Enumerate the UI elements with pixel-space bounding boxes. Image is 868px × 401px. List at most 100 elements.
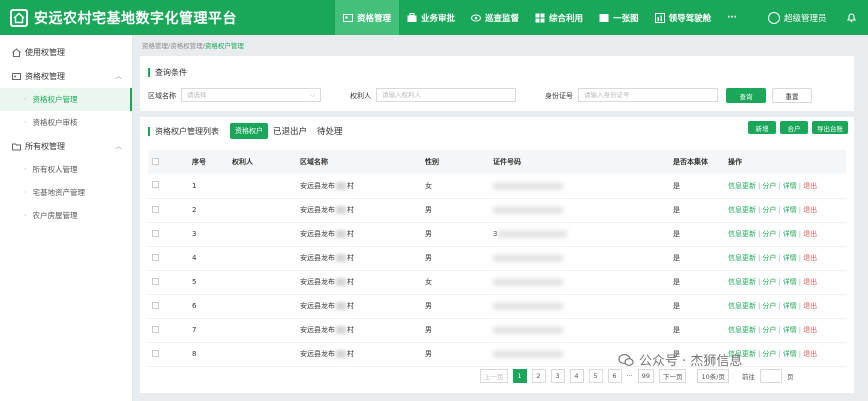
exit-link[interactable]: 退出 — [803, 254, 817, 262]
detail-link[interactable]: 详情 — [783, 302, 797, 310]
update-info-link[interactable]: 信息更新 — [728, 230, 756, 238]
exit-link[interactable]: 退出 — [803, 206, 817, 214]
row-checkbox[interactable] — [152, 325, 159, 333]
split-household-link[interactable]: 分户 — [762, 350, 776, 358]
page-button[interactable]: 6 — [607, 369, 622, 383]
detail-link[interactable]: 详情 — [783, 326, 797, 334]
search-button[interactable]: 查询 — [726, 88, 766, 103]
breadcrumb-item[interactable]: 资格权管理 — [170, 42, 203, 50]
sidebar-group-ownership[interactable]: 所有权管理 ︿ — [0, 134, 132, 158]
sidebar-group-qualification-rights[interactable]: 资格权管理 ︿ — [0, 64, 132, 88]
cell-no: 3 — [188, 222, 228, 247]
cell-holder — [228, 318, 296, 343]
redacted-mark — [493, 181, 563, 190]
split-household-link[interactable]: 分户 — [762, 206, 776, 214]
nav-item-inspection[interactable]: 巡查监督 — [463, 0, 527, 35]
row-checkbox[interactable] — [152, 277, 159, 285]
sidebar-item-homestead-asset-management[interactable]: · 宅基地资产管理 — [0, 181, 132, 204]
app-logo-area: 安远农村宅基地数字化管理平台 — [10, 8, 335, 28]
cell-actions: 信息更新 | 分户 | 详情 | 退出 — [724, 222, 846, 247]
tab-pending[interactable]: 待处理 — [312, 123, 348, 139]
row-checkbox[interactable] — [152, 349, 159, 357]
cell-actions: 信息更新 | 分户 | 详情 | 退出 — [724, 174, 846, 199]
exit-link[interactable]: 退出 — [803, 230, 817, 238]
tab-exited-household[interactable]: 已退出户 — [268, 123, 312, 139]
cell-no: 6 — [188, 294, 228, 319]
page-button[interactable]: 2 — [531, 369, 546, 383]
redacted-mark — [336, 206, 346, 214]
exit-link[interactable]: 退出 — [803, 278, 817, 286]
next-page-button[interactable]: 下一页 — [658, 369, 687, 383]
nav-item-qualification[interactable]: 资格管理 — [335, 0, 400, 35]
detail-link[interactable]: 详情 — [783, 206, 797, 214]
exit-link[interactable]: 退出 — [803, 326, 817, 334]
grid-icon — [535, 13, 545, 23]
holder-input[interactable]: 请输入权利人 — [376, 88, 516, 102]
bell-icon[interactable] — [846, 12, 857, 23]
detail-link[interactable]: 详情 — [783, 230, 797, 238]
cell-idcard — [489, 246, 669, 271]
update-info-link[interactable]: 信息更新 — [728, 182, 756, 190]
nav-item-utilization[interactable]: 综合利用 — [527, 0, 591, 35]
user-menu[interactable]: 超级管理员 — [768, 0, 827, 35]
sidebar-item-farmhouse-management[interactable]: · 农户房屋管理 — [0, 204, 132, 227]
nav-item-dashboard[interactable]: 领导驾驶舱 — [647, 0, 720, 35]
sidebar-item-qualification-household-review[interactable]: · 资格权户审核 — [0, 111, 132, 134]
row-checkbox[interactable] — [152, 253, 159, 261]
folder-icon — [12, 143, 21, 150]
page-button[interactable]: 1 — [512, 369, 527, 383]
add-button[interactable]: 新增 — [748, 121, 776, 134]
chevron-down-icon: ⌵ — [309, 91, 315, 99]
breadcrumb-item[interactable]: 资格管理 — [142, 42, 168, 50]
page-button[interactable]: 3 — [550, 369, 565, 383]
row-checkbox[interactable] — [152, 181, 159, 189]
region-select[interactable]: 请选择 ⌵ — [181, 88, 321, 102]
cell-no: 2 — [188, 198, 228, 223]
sidebar-group-label: 使用权管理 — [25, 47, 65, 57]
table-row: 4 安远县龙布村男 是信息更新 | 分户 | 详情 | 退出 — [148, 246, 846, 271]
column-header: 证件号码 — [489, 150, 669, 174]
prev-page-button[interactable]: 上一页 — [480, 369, 508, 383]
goto-page-input[interactable] — [759, 369, 782, 383]
tab-qualified-household[interactable]: 资格权户 — [230, 123, 268, 139]
reset-button[interactable]: 重置 — [772, 88, 812, 103]
merge-household-button[interactable]: 合户 — [780, 121, 808, 134]
nav-item-approval[interactable]: 业务审批 — [399, 0, 463, 35]
exit-link[interactable]: 退出 — [803, 350, 817, 358]
sidebar-item-label: 所有权人管理 — [32, 165, 78, 174]
page-button[interactable]: 5 — [588, 369, 603, 383]
split-household-link[interactable]: 分户 — [762, 326, 776, 334]
last-page-button[interactable]: 99 — [637, 369, 654, 383]
nav-more-button[interactable]: ··· — [719, 0, 745, 35]
sidebar-item-owner-management[interactable]: · 所有权人管理 — [0, 158, 132, 181]
export-ledger-button[interactable]: 导出台账 — [812, 121, 848, 134]
split-household-link[interactable]: 分户 — [762, 302, 776, 310]
detail-link[interactable]: 详情 — [783, 278, 797, 286]
update-info-link[interactable]: 信息更新 — [728, 254, 756, 262]
split-household-link[interactable]: 分户 — [762, 278, 776, 286]
update-info-link[interactable]: 信息更新 — [728, 278, 756, 286]
detail-link[interactable]: 详情 — [783, 350, 797, 358]
page-size-select[interactable]: 10条/页 — [697, 369, 729, 383]
nav-item-one-map[interactable]: 一张图 — [591, 0, 647, 35]
split-household-link[interactable]: 分户 — [762, 230, 776, 238]
split-household-link[interactable]: 分户 — [762, 182, 776, 190]
sidebar-group-usage-rights[interactable]: 使用权管理 — [0, 40, 132, 64]
row-checkbox[interactable] — [152, 205, 159, 213]
exit-link[interactable]: 退出 — [803, 302, 817, 310]
eye-icon — [471, 13, 482, 23]
update-info-link[interactable]: 信息更新 — [728, 302, 756, 310]
row-checkbox[interactable] — [152, 229, 159, 237]
idcard-input[interactable]: 请输入身份证号 — [578, 88, 718, 102]
select-all-checkbox[interactable] — [152, 157, 159, 165]
row-checkbox[interactable] — [152, 301, 159, 309]
detail-link[interactable]: 详情 — [783, 254, 797, 262]
update-info-link[interactable]: 信息更新 — [728, 206, 756, 214]
exit-link[interactable]: 退出 — [803, 182, 817, 190]
cell-region: 安远县龙布村 — [296, 198, 421, 223]
sidebar-item-qualification-household-management[interactable]: · 资格权户管理 — [0, 88, 132, 111]
detail-link[interactable]: 详情 — [783, 182, 797, 190]
update-info-link[interactable]: 信息更新 — [728, 326, 756, 334]
split-household-link[interactable]: 分户 — [762, 254, 776, 262]
page-button[interactable]: 4 — [569, 369, 584, 383]
